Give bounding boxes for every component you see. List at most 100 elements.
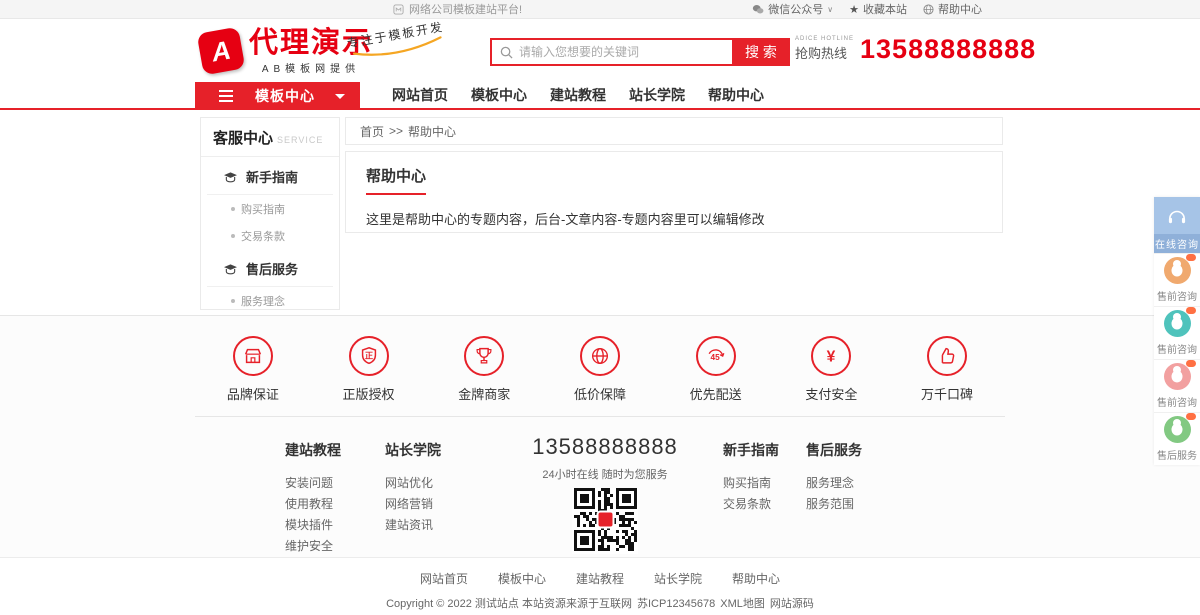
chevron-down-icon: ∨ (827, 5, 833, 14)
topbar: 网络公司模板建站平台! 微信公众号 ∨ ★ 收藏本站 帮助中心 (0, 0, 1200, 19)
footer-phone: 13588888888 (500, 434, 710, 460)
svg-text:45: 45 (710, 353, 720, 362)
bottom-link-help[interactable]: 帮助中心 (732, 570, 780, 587)
sidebar-item-trade-terms[interactable]: 交易条款 (201, 222, 339, 249)
thumbs-up-icon (927, 336, 967, 376)
logo-badge-icon: A (197, 27, 246, 76)
main-nav: 模板中心 网站首页 模板中心 建站教程 站长学院 帮助中心 (0, 82, 1200, 110)
svg-text:正: 正 (364, 351, 372, 360)
star-icon: ★ (849, 3, 859, 16)
favorite-label: 收藏本站 (863, 1, 907, 17)
bottom-link-home[interactable]: 网站首页 (420, 570, 468, 587)
site-source-link[interactable]: 网站源码 (770, 595, 814, 611)
footer-col-academy: 站长学院 网站优化 网络营销 建站资讯 (385, 440, 441, 536)
footer-link[interactable]: 购买指南 (723, 473, 779, 494)
footer-link[interactable]: 网络营销 (385, 494, 441, 515)
nav-item-home[interactable]: 网站首页 (392, 85, 448, 105)
nav-item-templates[interactable]: 模板中心 (471, 85, 527, 105)
feature-license: 正 正版授权 (319, 336, 419, 416)
footer-link[interactable]: 交易条款 (723, 494, 779, 515)
bottom-link-academy[interactable]: 站长学院 (654, 570, 702, 587)
footer: 建站教程 安装问题 使用教程 模块插件 维护安全 站长学院 网站优化 网络营销 … (0, 417, 1200, 557)
bullet-dot-icon (231, 207, 235, 211)
search-button[interactable]: 搜 索 (732, 38, 790, 66)
breadcrumb-home[interactable]: 首页 (360, 123, 384, 140)
qq-presale-1[interactable]: 售前咨询 (1154, 253, 1200, 306)
bottom-link-tutorials[interactable]: 建站教程 (576, 570, 624, 587)
icp-link[interactable]: 苏ICP12345678 (637, 595, 715, 611)
bullet-dot-icon (231, 299, 235, 303)
feature-payment: ¥ 支付安全 (781, 336, 881, 416)
breadcrumb-separator: >> (389, 124, 403, 138)
qq-aftersale[interactable]: 售后服务 (1154, 412, 1200, 465)
wechat-link[interactable]: 微信公众号 ∨ (752, 1, 833, 17)
footer-link[interactable]: 服务范围 (806, 494, 862, 515)
sidebar-group-aftersale[interactable]: 售后服务 (207, 249, 333, 287)
content-box: 帮助中心 这里是帮助中心的专题内容，后台-文章内容-专题内容里可以编辑修改 (345, 151, 1003, 233)
bottom-links: 网站首页 模板中心 建站教程 站长学院 帮助中心 (0, 570, 1200, 587)
footer-contact: 13588888888 24小时在线 随时为您服务 (500, 434, 710, 554)
feature-delivery: 45 优先配送 (666, 336, 766, 416)
site-badge-icon (393, 4, 404, 15)
copyright: Copyright © 2022 测试站点 本站资源来源于互联网 苏ICP123… (0, 595, 1200, 611)
trophy-icon (464, 336, 504, 376)
nav-item-tutorials[interactable]: 建站教程 (550, 85, 606, 105)
sidebar-title-en: SERVICE (277, 135, 323, 145)
topbar-welcome: 网络公司模板建站平台! (393, 1, 522, 17)
qq-icon (1169, 365, 1185, 388)
footer-link[interactable]: 模块插件 (285, 515, 341, 536)
footer-link[interactable]: 使用教程 (285, 494, 341, 515)
nav-category-button[interactable]: 模板中心 (195, 82, 360, 110)
footer-link[interactable]: 网站优化 (385, 473, 441, 494)
search-bar: 搜 索 (490, 38, 790, 66)
shield-icon: 正 (349, 336, 389, 376)
welcome-text: 网络公司模板建站平台! (409, 1, 522, 17)
hotline-label: 抢购热线 (795, 43, 854, 62)
qr-code (572, 488, 638, 554)
headset-icon (1166, 207, 1188, 230)
bottom-link-templates[interactable]: 模板中心 (498, 570, 546, 587)
svg-text:¥: ¥ (827, 349, 836, 366)
globe-small-icon (923, 4, 934, 15)
bullet-dot-icon (231, 234, 235, 238)
xml-map-link[interactable]: XML地图 (720, 595, 765, 611)
sidebar-item-service-concept[interactable]: 服务理念 (201, 287, 339, 314)
search-input[interactable] (519, 40, 732, 64)
delivery-icon: 45 (696, 336, 736, 376)
sidebar-header: 客服中心SERVICE (201, 118, 339, 157)
footer-link[interactable]: 服务理念 (806, 473, 862, 494)
hotline: ADICE HOTLINE 抢购热线 13588888888 (795, 36, 1036, 62)
help-link[interactable]: 帮助中心 (923, 1, 982, 17)
notification-badge (1186, 254, 1196, 261)
footer-link[interactable]: 安装问题 (285, 473, 341, 494)
hotline-en: ADICE HOTLINE (795, 36, 854, 42)
footer-service-note: 24小时在线 随时为您服务 (500, 466, 710, 482)
footer-col-aftersale: 售后服务 服务理念 服务范围 (806, 440, 862, 515)
notification-badge (1186, 307, 1196, 314)
feature-brand: 品牌保证 (203, 336, 303, 416)
sidebar-group-newbie[interactable]: 新手指南 (207, 157, 333, 195)
graduation-cap-icon (223, 171, 238, 183)
features-section: 品牌保证 正 正版授权 金牌商家 低价保障 (0, 315, 1200, 417)
online-consult-button[interactable]: 在线咨询 (1154, 197, 1200, 253)
favorite-link[interactable]: ★ 收藏本站 (849, 1, 907, 17)
store-icon (233, 336, 273, 376)
qq-presale-3[interactable]: 售前咨询 (1154, 359, 1200, 412)
online-consult-label: 在线咨询 (1154, 234, 1200, 253)
page-title: 帮助中心 (366, 165, 426, 195)
footer-link[interactable]: 建站资讯 (385, 515, 441, 536)
logo-slogan: 专注于模板开发 (345, 18, 450, 71)
breadcrumb: 首页 >> 帮助中心 (345, 117, 1003, 145)
qq-presale-2[interactable]: 售前咨询 (1154, 306, 1200, 359)
sidebar-item-buy-guide[interactable]: 购买指南 (201, 195, 339, 222)
nav-item-help[interactable]: 帮助中心 (708, 85, 764, 105)
hamburger-icon (219, 90, 233, 102)
content-body: 这里是帮助中心的专题内容，后台-文章内容-专题内容里可以编辑修改 (366, 209, 982, 228)
floating-contact-rail: 在线咨询 售前咨询 售前咨询 (1154, 197, 1200, 465)
breadcrumb-current: 帮助中心 (408, 123, 456, 140)
search-icon (500, 46, 513, 59)
footer-link[interactable]: 维护安全 (285, 536, 341, 557)
topbar-links: 微信公众号 ∨ ★ 收藏本站 帮助中心 (752, 1, 982, 17)
header: A 代理演示 AB模板网提供 专注于模板开发 搜 索 ADICE HOTLINE… (0, 20, 1200, 82)
nav-item-academy[interactable]: 站长学院 (629, 85, 685, 105)
